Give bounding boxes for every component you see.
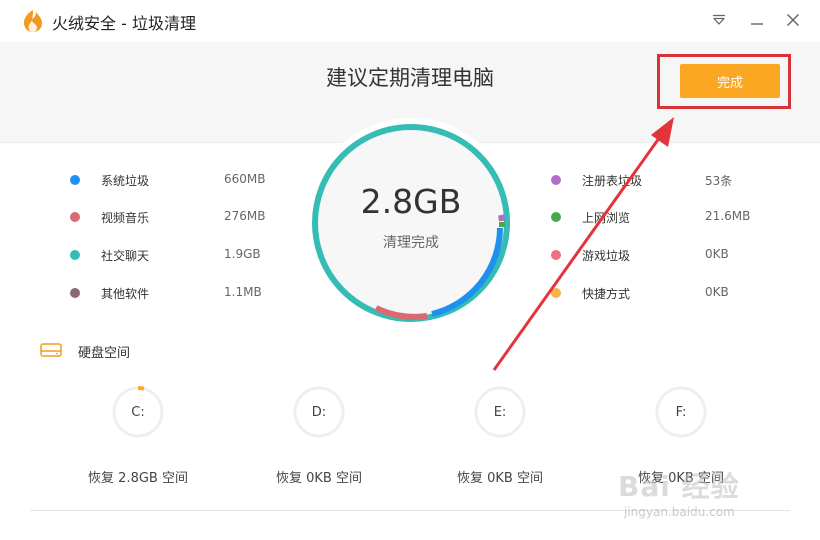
drive-recovered-info: 恢复 2.8GB 空间 [88,471,188,486]
category-value: 53条 [705,174,733,188]
category-name: 快捷方式 [582,287,631,301]
category-dot [551,288,561,298]
window-title: 火绒安全 - 垃圾清理 [52,14,196,33]
annotation-arrow-shaft [492,133,664,371]
drive-f: F: 恢复 0KB 空间 [601,385,761,495]
drive-letter: E: [493,405,507,420]
dropdown-menu-icon [713,14,725,25]
menu-button[interactable] [706,8,732,32]
category-dot [551,212,561,222]
category-dot [70,250,80,260]
drive-letter: F: [675,405,687,420]
category-name: 注册表垃圾 [582,174,643,188]
drive-c: C: 恢复 2.8GB 空间 [58,385,218,495]
category-dot [70,175,80,185]
category-dot [70,288,80,298]
category-name: 其他软件 [101,287,150,301]
title-bar: 火绒安全 - 垃圾清理 [0,0,820,42]
category-value: 21.6MB [705,209,751,223]
category-value: 0KB [705,247,729,261]
drive-recovered-info: 恢复 0KB 空间 [457,471,543,486]
bottom-divider [30,510,790,511]
drive-letter: D: [311,405,327,420]
cleanup-summary-ring: 2.8GB 清理完成 [306,118,516,328]
drive-letter: C: [131,405,145,420]
category-value: 1.9GB [224,247,261,261]
cleaned-size-value: 2.8GB [360,182,462,221]
category-name: 社交聊天 [101,249,150,263]
minimize-icon [751,23,763,25]
drive-recovered-info: 恢复 0KB 空间 [276,471,362,486]
drive-recovered-info: 恢复 0KB 空间 [638,471,724,486]
close-icon [787,14,799,26]
drive-e: E: 恢复 0KB 空间 [420,385,580,495]
category-value: 660MB [224,172,266,186]
ring-chart [312,124,510,322]
huorong-flame-icon [24,10,42,32]
category-name: 上网浏览 [582,211,631,225]
cleaned-status-label: 清理完成 [383,235,439,251]
done-button[interactable]: 完成 [680,64,780,98]
disk-section-title: 硬盘空间 [78,346,131,361]
minimize-button[interactable] [744,8,770,32]
close-button[interactable] [780,8,806,32]
category-dot [551,175,561,185]
category-value: 0KB [705,285,729,299]
category-name: 游戏垃圾 [582,249,631,263]
category-value: 276MB [224,209,266,223]
watermark-url: jingyan.baidu.com [624,505,735,519]
category-value: 1.1MB [224,285,262,299]
category-dot [551,250,561,260]
category-name: 视频音乐 [101,211,150,225]
drive-d: D: 恢复 0KB 空间 [239,385,399,495]
category-name: 系统垃圾 [101,174,150,188]
hard-disk-icon [40,343,62,357]
category-dot [70,212,80,222]
